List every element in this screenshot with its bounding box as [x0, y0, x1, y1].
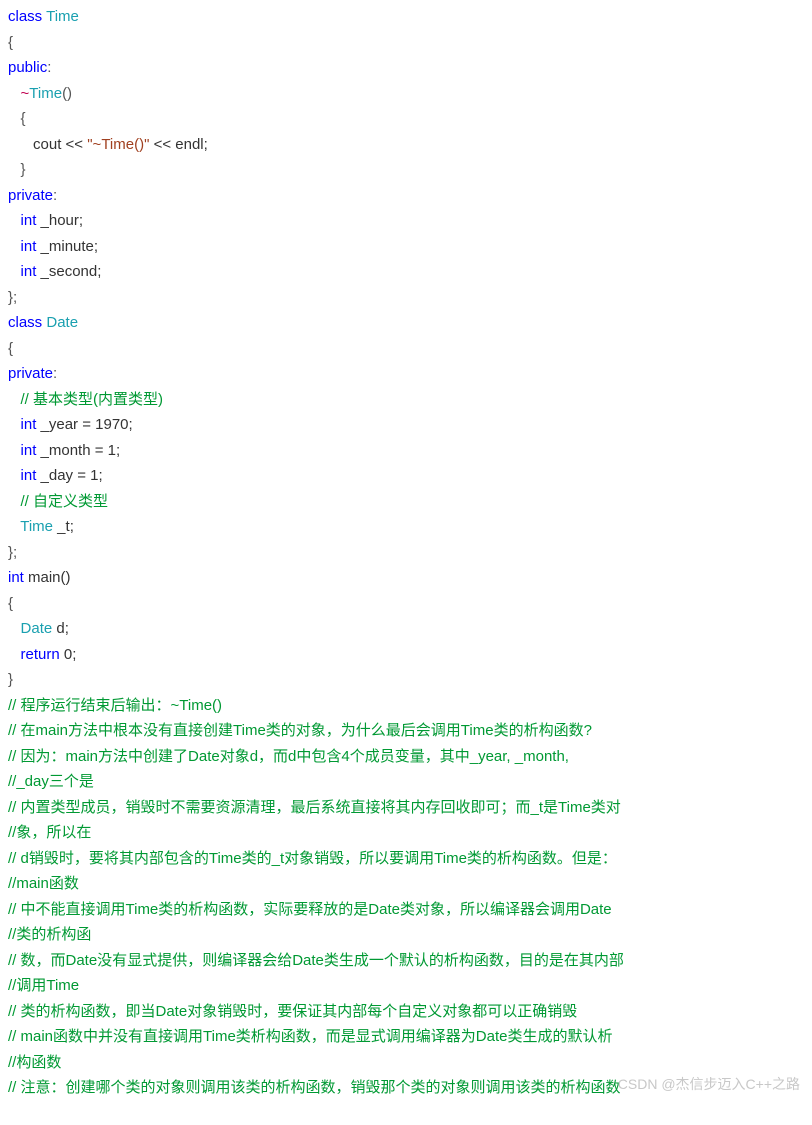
- line-class-time: class Time: [8, 4, 804, 30]
- id-year: _year = 1970;: [36, 416, 132, 433]
- brace-open: {: [8, 340, 13, 357]
- line-private: private:: [8, 183, 804, 209]
- op-tilde: ~: [21, 85, 30, 102]
- kw-int: int: [21, 416, 37, 433]
- comment-basic-types: // 基本类型(内置类型): [21, 391, 164, 408]
- line-end-class: };: [8, 540, 804, 566]
- id-second: _second;: [36, 263, 101, 280]
- line-private: private:: [8, 361, 804, 387]
- code-block: class Time { public: ~Time() { cout << "…: [8, 4, 804, 693]
- id-minute: _minute;: [36, 238, 98, 255]
- kw-class: class: [8, 8, 42, 25]
- comment-line: // d销毁时，要将其内部包含的Time类的_t对象销毁，所以要调用Time类的…: [8, 850, 617, 867]
- id-hour: _hour;: [36, 212, 83, 229]
- line-cout: cout << "~Time()" << endl;: [8, 132, 804, 158]
- line-int-month: int _month = 1;: [8, 438, 804, 464]
- kw-int: int: [21, 238, 37, 255]
- id-main: main(): [24, 569, 71, 586]
- line-return: return 0;: [8, 642, 804, 668]
- colon: :: [47, 59, 51, 76]
- brace-open: {: [21, 110, 26, 127]
- line-brace: {: [8, 30, 804, 56]
- type-time: Time: [46, 8, 79, 25]
- line-comment: // 基本类型(内置类型): [8, 387, 804, 413]
- line-int-day: int _day = 1;: [8, 463, 804, 489]
- comment-block: // 程序运行结束后输出：~Time() // 在main方法中根本没有直接创建…: [8, 693, 804, 1101]
- kw-class: class: [8, 314, 42, 331]
- kw-int: int: [21, 442, 37, 459]
- id-t: _t;: [53, 518, 74, 535]
- dtor-name: Time: [29, 85, 62, 102]
- line-comment: // 自定义类型: [8, 489, 804, 515]
- line-int-year: int _year = 1970;: [8, 412, 804, 438]
- line-end-class: };: [8, 285, 804, 311]
- string-literal: "~Time()": [87, 136, 149, 153]
- line-public: public:: [8, 55, 804, 81]
- comment-line: // 数，而Date没有显式提供，则编译器会给Date类生成一个默认的析构函数，…: [8, 952, 624, 969]
- kw-int: int: [21, 263, 37, 280]
- id-day: _day = 1;: [36, 467, 102, 484]
- brace-open: {: [8, 34, 13, 51]
- comment-line: // 类的析构函数，即当Date对象销毁时，要保证其内部每个自定义对象都可以正确…: [8, 1003, 577, 1020]
- comment-line: // main函数中并没有直接调用Time类析构函数，而是显式调用编译器为Dat…: [8, 1028, 612, 1045]
- comment-line: //类的析构函: [8, 926, 91, 943]
- id-d: d;: [52, 620, 69, 637]
- class-end: };: [8, 544, 17, 561]
- comment-line: // 程序运行结束后输出：~Time(): [8, 697, 222, 714]
- type-time: Time: [20, 518, 53, 535]
- line-int-minute: int _minute;: [8, 234, 804, 260]
- kw-private: private: [8, 187, 53, 204]
- type-date: Date: [21, 620, 53, 637]
- comment-line: // 因为：main方法中创建了Date对象d，而d中包含4个成员变量，其中_y…: [8, 748, 569, 765]
- kw-int: int: [21, 212, 37, 229]
- colon: :: [53, 187, 57, 204]
- line-brace: }: [8, 157, 804, 183]
- comment-line: // 中不能直接调用Time类的析构函数，实际要释放的是Date类对象，所以编译…: [8, 901, 612, 918]
- comment-line: //象，所以在: [8, 824, 91, 841]
- comment-line: //构函数: [8, 1054, 61, 1071]
- line-brace: {: [8, 106, 804, 132]
- line-main: int main(): [8, 565, 804, 591]
- kw-public: public: [8, 59, 47, 76]
- endl: << endl;: [149, 136, 207, 153]
- line-time-t: Time _t;: [8, 514, 804, 540]
- line-brace: {: [8, 336, 804, 362]
- kw-int: int: [21, 467, 37, 484]
- comment-line: // 内置类型成员，销毁时不需要资源清理，最后系统直接将其内存回收即可；而_t是…: [8, 799, 621, 816]
- line-int-hour: int _hour;: [8, 208, 804, 234]
- comment-custom-type: // 自定义类型: [21, 493, 109, 510]
- line-date-d: Date d;: [8, 616, 804, 642]
- line-destructor: ~Time(): [8, 81, 804, 107]
- line-brace: }: [8, 667, 804, 693]
- brace-close: }: [21, 161, 26, 178]
- brace-close: }: [8, 671, 13, 688]
- kw-int: int: [8, 569, 24, 586]
- line-int-second: int _second;: [8, 259, 804, 285]
- comment-line: // 在main方法中根本没有直接创建Time类的对象，为什么最后会调用Time…: [8, 722, 592, 739]
- id-month: _month = 1;: [36, 442, 120, 459]
- type-date: Date: [46, 314, 78, 331]
- comment-line: // 注意：创建哪个类的对象则调用该类的析构函数，销毁那个类的对象则调用该类的析…: [8, 1079, 621, 1096]
- line-brace: {: [8, 591, 804, 617]
- colon: :: [53, 365, 57, 382]
- return-val: 0;: [60, 646, 77, 663]
- comment-line: //调用Time: [8, 977, 79, 994]
- comment-line: //main函数: [8, 875, 79, 892]
- cout: cout <<: [33, 136, 87, 153]
- kw-return: return: [21, 646, 60, 663]
- line-class-date: class Date: [8, 310, 804, 336]
- kw-private: private: [8, 365, 53, 382]
- comment-line: //_day三个是: [8, 773, 94, 790]
- brace-open: {: [8, 595, 13, 612]
- class-end: };: [8, 289, 17, 306]
- dtor-paren: (): [62, 85, 72, 102]
